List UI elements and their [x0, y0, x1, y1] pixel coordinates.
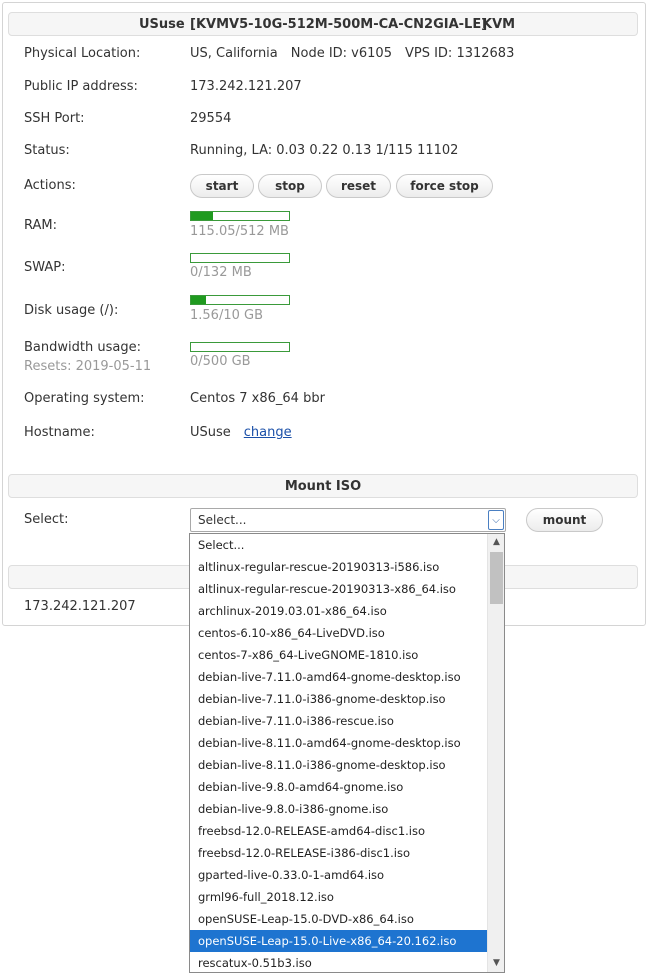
dropdown-scrollbar[interactable]: ▲ ▼	[487, 534, 504, 972]
disk-text: 1.56/10 GB	[190, 308, 263, 323]
iso-option[interactable]: centos-6.10-x86_64-LiveDVD.iso	[190, 622, 488, 644]
iso-option[interactable]: archlinux-2019.03.01-x86_64.iso	[190, 600, 488, 622]
ram-text: 115.05/512 MB	[190, 224, 289, 239]
bandwidth-label: Bandwidth usage:	[24, 340, 141, 355]
actions-label: Actions:	[24, 178, 76, 193]
ip-value: 173.242.121.207	[190, 79, 302, 94]
bandwidth-bar	[190, 342, 290, 352]
mount-button[interactable]: mount	[526, 508, 603, 532]
location-text: US, California	[190, 46, 278, 61]
iso-option[interactable]: openSUSE-Leap-15.0-Live-x86_64-20.162.is…	[190, 930, 488, 952]
iso-option[interactable]: debian-live-7.11.0-i386-gnome-desktop.is…	[190, 688, 488, 710]
scrollbar-thumb[interactable]	[490, 552, 503, 604]
vps-name: USuse	[139, 17, 185, 32]
node-id: Node ID: v6105	[290, 46, 392, 61]
disk-label: Disk usage (/):	[24, 303, 119, 318]
swap-text: 0/132 MB	[190, 265, 252, 280]
status-value: Running, LA: 0.03 0.22 0.13 1/115 11102	[190, 143, 459, 158]
iso-option[interactable]: debian-live-7.11.0-amd64-gnome-desktop.i…	[190, 666, 488, 688]
disk-bar	[190, 295, 290, 305]
bandwidth-text: 0/500 GB	[190, 354, 251, 369]
force-stop-button[interactable]: force stop	[396, 174, 493, 198]
location-label: Physical Location:	[24, 46, 141, 61]
iso-select-label: Select:	[24, 512, 69, 527]
location-value: US, California Node ID: v6105 VPS ID: 1312…	[190, 46, 514, 61]
iso-option[interactable]: altlinux-regular-rescue-20190313-x86_64.…	[190, 578, 488, 600]
start-button[interactable]: start	[190, 174, 254, 198]
iso-dropdown-list[interactable]: Select... altlinux-regular-rescue-2019031…	[189, 533, 505, 973]
hostname-value: USuse	[190, 425, 231, 440]
iso-option[interactable]: Select...	[190, 534, 488, 556]
iso-option[interactable]: freebsd-12.0-RELEASE-i386-disc1.iso	[190, 842, 488, 864]
stop-button[interactable]: stop	[258, 174, 322, 198]
vps-type: KVM	[482, 17, 516, 32]
iso-options: Select... altlinux-regular-rescue-2019031…	[190, 534, 488, 972]
iso-option[interactable]: grml96-full_2018.12.iso	[190, 886, 488, 908]
iso-option[interactable]: debian-live-9.8.0-i386-gnome.iso	[190, 798, 488, 820]
ram-label: RAM:	[24, 218, 57, 233]
status-label: Status:	[24, 143, 70, 158]
ssh-value: 29554	[190, 111, 232, 126]
mount-iso-title: Mount ISO	[284, 479, 362, 494]
iso-option[interactable]: centos-7-x86_64-LiveGNOME-1810.iso	[190, 644, 488, 666]
iso-option[interactable]: freebsd-12.0-RELEASE-amd64-disc1.iso	[190, 820, 488, 842]
footer-ip: 173.242.121.207	[24, 599, 136, 614]
iso-option[interactable]: openSUSE-Leap-15.0-DVD-x86_64.iso	[190, 908, 488, 930]
mount-iso-header: Mount ISO	[8, 474, 638, 498]
vps-header: USuse [KVMV5-10G-512M-500M-CA-CN2GIA-LE]…	[8, 12, 638, 36]
iso-option[interactable]: debian-live-8.11.0-amd64-gnome-desktop.i…	[190, 732, 488, 754]
change-hostname-link[interactable]: change	[244, 425, 292, 440]
os-value: Centos 7 x86_64 bbr	[190, 391, 325, 406]
iso-option[interactable]: gparted-live-0.33.0-1-amd64.iso	[190, 864, 488, 886]
bandwidth-resets: Resets: 2019-05-11	[24, 359, 152, 374]
reset-button[interactable]: reset	[326, 174, 391, 198]
iso-option[interactable]: debian-live-7.11.0-i386-rescue.iso	[190, 710, 488, 732]
iso-select[interactable]: Select... ⌵	[190, 508, 506, 532]
iso-option[interactable]: altlinux-regular-rescue-20190313-i586.is…	[190, 556, 488, 578]
vps-id: VPS ID: 1312683	[404, 46, 515, 61]
vps-plan: [KVMV5-10G-512M-500M-CA-CN2GIA-LE]	[190, 17, 488, 32]
chevron-down-icon[interactable]: ⌵	[488, 510, 504, 530]
ram-bar	[190, 211, 290, 221]
swap-bar	[190, 253, 290, 263]
hostname-row: USuse change	[190, 425, 292, 440]
iso-option[interactable]: debian-live-8.11.0-i386-gnome-desktop.is…	[190, 754, 488, 776]
iso-select-value: Select...	[198, 513, 247, 527]
iso-option[interactable]: debian-live-9.8.0-amd64-gnome.iso	[190, 776, 488, 798]
os-label: Operating system:	[24, 391, 145, 406]
scroll-up-icon[interactable]: ▲	[488, 534, 504, 551]
ram-bar-fill	[191, 212, 214, 220]
ip-label: Public IP address:	[24, 79, 138, 94]
iso-option[interactable]: rescatux-0.51b3.iso	[190, 952, 488, 972]
swap-label: SWAP:	[24, 260, 66, 275]
ssh-label: SSH Port:	[24, 111, 85, 126]
scroll-down-icon[interactable]: ▼	[488, 955, 504, 972]
hostname-label: Hostname:	[24, 425, 95, 440]
disk-bar-fill	[191, 296, 207, 304]
